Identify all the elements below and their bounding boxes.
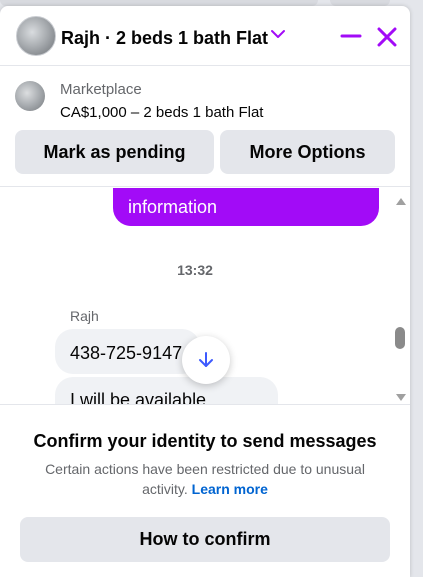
- identity-notice-title: Confirm your identity to send messages: [33, 431, 377, 451]
- identity-notice-description: Certain actions have been restricted due…: [30, 459, 380, 499]
- chevron-down-icon[interactable]: [268, 24, 288, 44]
- outgoing-message[interactable]: information: [113, 188, 379, 226]
- minimize-icon[interactable]: [339, 24, 363, 48]
- incoming-message-text: I will.be available: [70, 390, 207, 405]
- incoming-message[interactable]: 438-725-9147: [55, 329, 200, 374]
- listing-thumbnail[interactable]: [15, 81, 45, 111]
- more-options-button[interactable]: More Options: [220, 130, 395, 174]
- message-timestamp: 13:32: [177, 262, 213, 278]
- scrollbar[interactable]: [390, 188, 410, 405]
- outgoing-message-text: information: [128, 197, 218, 217]
- chat-header[interactable]: Rajh · 2 beds 1 bath Flat: [0, 6, 410, 66]
- close-icon[interactable]: [374, 24, 400, 50]
- how-to-confirm-button[interactable]: How to confirm: [20, 517, 390, 562]
- scroll-up-arrow-icon[interactable]: [396, 198, 406, 205]
- incoming-message[interactable]: I will.be available: [55, 377, 278, 405]
- scroll-down-arrow-icon[interactable]: [396, 394, 406, 401]
- message-thread[interactable]: information 13:32 Rajh 438-725-9147 I wi…: [0, 188, 410, 405]
- avatar[interactable]: [16, 16, 56, 56]
- scroll-to-bottom-button[interactable]: [182, 336, 230, 384]
- sender-name: Rajh: [70, 308, 99, 324]
- chat-title[interactable]: Rajh · 2 beds 1 bath Flat: [61, 28, 268, 49]
- marketplace-panel: Marketplace CA$1,000 – 2 beds 1 bath Fla…: [0, 66, 410, 187]
- chat-window: Rajh · 2 beds 1 bath Flat Marketplace CA…: [0, 6, 410, 577]
- arrow-down-icon: [199, 352, 213, 367]
- listing-title[interactable]: CA$1,000 – 2 beds 1 bath Flat: [60, 104, 263, 121]
- learn-more-link[interactable]: Learn more: [192, 481, 268, 497]
- scrollbar-thumb[interactable]: [395, 327, 405, 349]
- identity-notice: Confirm your identity to send messages C…: [0, 404, 410, 577]
- incoming-message-text: 438-725-9147: [70, 343, 183, 363]
- marketplace-label: Marketplace: [60, 81, 142, 98]
- mark-as-pending-button[interactable]: Mark as pending: [15, 130, 214, 174]
